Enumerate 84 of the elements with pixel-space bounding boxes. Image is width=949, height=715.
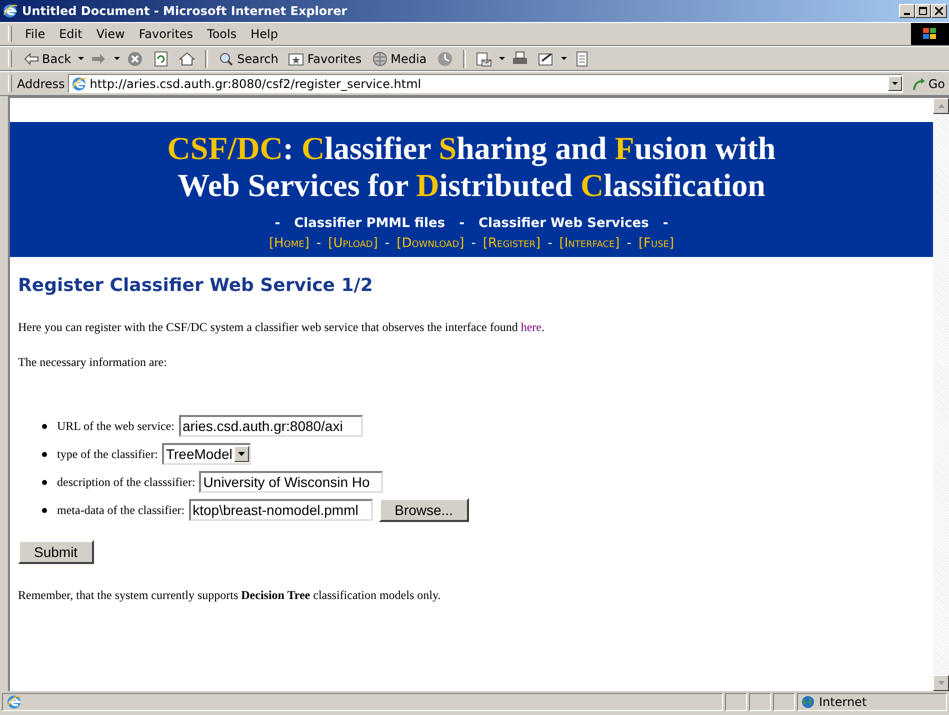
bullet-icon [42,452,47,456]
nav-link[interactable]: [Interface] [559,236,620,251]
text-field[interactable]: University of Wisconsin Ho [199,471,384,493]
lead-text: The necessary information are: [18,355,168,370]
bullet-icon [42,424,47,428]
go-button[interactable]: Go [906,76,949,90]
browse-button[interactable]: Browse... [378,498,469,522]
status-pane [725,693,747,711]
menu-item[interactable]: File [18,25,52,43]
nav-link[interactable]: [Home] [268,236,310,251]
nav-link[interactable]: [Fuse] [638,236,674,251]
field-label: description of the classsifier: [57,474,196,490]
nav-link[interactable]: [Download] [396,236,464,251]
site-title: CSF/DC: Classifier Sharing and Fusion with Web Services for Distributed Classification [167,130,776,204]
section-link[interactable]: Classifier PMML files [294,216,446,231]
file-field[interactable]: ktop\breast-nomodel.pmml [188,499,373,521]
caret-icon [892,82,898,85]
mail-icon [476,50,492,66]
status-pane [749,693,771,711]
nav-separator: - [548,236,552,251]
back-arrow-icon [23,50,39,66]
media-globe-icon [372,50,388,66]
security-zone-label: Internet [819,695,867,709]
caret-icon[interactable] [560,57,567,60]
section-link[interactable]: Classifier Web Services [478,216,649,231]
text-field[interactable]: aries.csd.auth.gr:8080/axi [178,415,363,437]
history-icon [436,50,453,66]
menu-item[interactable]: Tools [200,25,244,43]
intro-text: Here you can register with the CSF/DC system a classifier web service that observes the interface found here. [18,320,546,335]
search-icon [218,50,234,66]
caret-icon[interactable] [498,57,505,60]
menu-item[interactable]: View [89,25,132,43]
field-label: meta-data of the classifier: [57,502,185,518]
nav-separator: - [384,236,390,251]
up-arrow-icon [938,104,944,108]
dropdown-button[interactable] [888,76,902,91]
down-arrow-icon [938,681,944,685]
nav-link[interactable]: [Upload] [328,236,378,251]
status-pane [773,693,795,711]
nav-separator: - [316,236,322,251]
back-button[interactable]: Back [20,50,74,68]
minimize-button[interactable] [899,4,915,18]
printer-icon [512,50,528,66]
note-text: Remember, that the system currently supports Decision Tree classification models only. [18,588,442,603]
nav-link[interactable]: [Register] [482,236,541,251]
favorites-button[interactable]: Favorites [285,50,365,68]
menu-item[interactable]: Edit [52,25,90,43]
refresh-icon [153,50,170,66]
field-label: type of the classifier: [57,446,158,462]
nav-separator: - [662,216,668,231]
stop-icon [127,50,144,66]
nav-separator: - [274,216,280,231]
maximize-icon [919,7,927,15]
field-label: URL of the web service: [57,418,175,434]
here-link[interactable]: here [520,320,542,334]
home-icon [179,50,196,66]
address-label: Address [17,76,65,90]
globe-icon [801,695,815,709]
star-folder-icon [288,50,304,66]
go-arrow-icon [912,76,926,90]
nav-separator: - [459,216,464,231]
browser-logo-icon [2,3,18,19]
bullet-icon [42,508,47,512]
caret-icon[interactable] [114,57,120,60]
nav-separator: - [626,236,632,251]
classifier-type-dropdown[interactable]: TreeModel [162,443,252,465]
bullet-icon [42,480,47,484]
caret-icon [238,452,246,456]
scrollbar[interactable] [933,98,949,691]
page-heading: Register Classifier Web Service 1/2 [18,275,374,296]
menu-item[interactable]: Favorites [132,25,200,43]
submit-button[interactable]: Submit [18,540,94,564]
close-button[interactable] [931,4,947,18]
flag-icon [922,27,938,41]
nav-separator: - [471,236,476,251]
search-button[interactable]: Search [215,50,282,68]
close-icon [935,7,943,15]
media-button[interactable]: Media [368,50,430,68]
menu-item[interactable]: Help [244,25,285,43]
caret-icon[interactable] [78,57,84,60]
address-field[interactable]: http://aries.csd.auth.gr:8080/csf2/register_service.html [68,74,904,93]
window-title: Untitled Document - Microsoft Internet Explorer [22,4,348,18]
maximize-button[interactable] [915,4,931,18]
edit-icon [538,50,554,66]
